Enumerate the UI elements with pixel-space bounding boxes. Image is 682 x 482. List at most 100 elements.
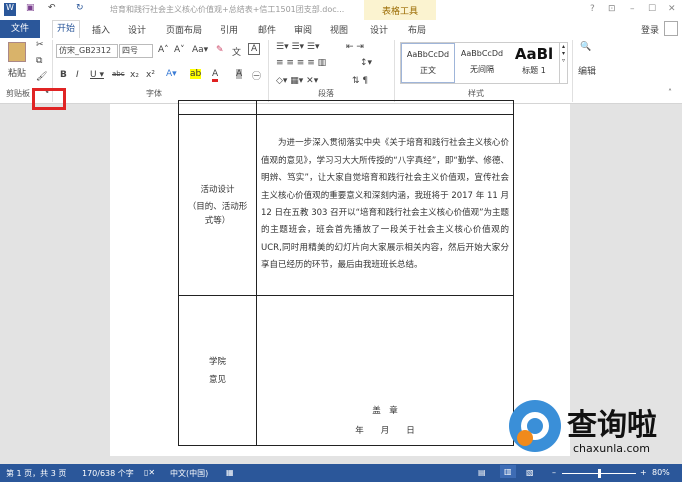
zoom-level[interactable]: 80% bbox=[652, 468, 670, 477]
style-preview: AaBl bbox=[514, 45, 554, 63]
style-name: 正文 bbox=[420, 66, 436, 75]
bold-icon[interactable]: B bbox=[60, 70, 67, 80]
macro-icon[interactable]: ▦ bbox=[226, 468, 234, 477]
styles-scroll[interactable]: ▴ ▾ ▿ bbox=[559, 43, 567, 83]
document-title: 培育和践行社会主义核心价值观+总结表+信工1501团支部.doc... bbox=[110, 5, 345, 14]
style-name: 无间隔 bbox=[470, 65, 494, 74]
row-label: 活动设计 （目的、活动形式等） bbox=[178, 114, 257, 296]
change-case-icon[interactable]: Aa▾ bbox=[192, 45, 208, 55]
char-shading-icon[interactable]: A bbox=[236, 69, 243, 79]
line-spacing-icon[interactable]: ↕▾ bbox=[360, 58, 372, 68]
tab-mailings[interactable]: 邮件 bbox=[258, 23, 276, 36]
save-icon[interactable]: ▣ bbox=[26, 3, 35, 13]
opinion-cell[interactable]: 盖 章年 月 日 bbox=[256, 295, 514, 446]
text-effects-icon[interactable]: A▾ bbox=[166, 69, 177, 79]
proofing-icon[interactable]: ▯✕ bbox=[144, 468, 155, 477]
login-link[interactable]: 登录 bbox=[641, 23, 659, 36]
font-size-select[interactable]: 四号 bbox=[119, 44, 153, 58]
seal-text: 盖 章 bbox=[372, 406, 398, 416]
italic-icon[interactable]: I bbox=[76, 70, 79, 80]
table-row: 学院 意见 盖 章年 月 日 bbox=[178, 295, 514, 446]
style-normal[interactable]: AaBbCcDd 正文 bbox=[401, 43, 455, 83]
table-tools-label: 表格工具 bbox=[382, 7, 419, 17]
tab-review[interactable]: 审阅 bbox=[294, 23, 312, 36]
find-icon[interactable]: 🔍 bbox=[580, 42, 591, 52]
tab-table-design[interactable]: 设计 bbox=[370, 23, 388, 36]
paste-icon[interactable] bbox=[8, 42, 26, 62]
zoom-slider[interactable] bbox=[562, 469, 636, 478]
title-bar: W ▣ ↶ ↻ 培育和践行社会主义核心价值观+总结表+信工1501团支部.doc… bbox=[0, 0, 682, 38]
highlight-box bbox=[32, 88, 66, 110]
indent-icon[interactable]: ⇤ ⇥ bbox=[346, 42, 364, 52]
print-layout-icon[interactable]: ▥ bbox=[500, 465, 516, 478]
tab-references[interactable]: 引用 bbox=[220, 23, 238, 36]
tab-design[interactable]: 设计 bbox=[128, 23, 146, 36]
enclose-char-icon[interactable]: ㊀ bbox=[252, 69, 261, 82]
watermark: 查询啦 chaxunla.com bbox=[505, 398, 675, 460]
tab-home[interactable]: 开始 bbox=[52, 20, 81, 38]
grow-font-icon[interactable]: A˄ bbox=[158, 45, 169, 55]
char-border-icon[interactable]: A bbox=[248, 43, 261, 55]
avatar[interactable] bbox=[664, 21, 678, 36]
tab-view[interactable]: 视图 bbox=[330, 23, 348, 36]
activity-text[interactable]: 为进一步深入贯彻落实中央《关于培育和践行社会主义核心价值观的意见》，学习习大大所… bbox=[256, 114, 514, 296]
group-clipboard: 剪贴板 bbox=[6, 89, 30, 98]
underline-icon[interactable]: U ▾ bbox=[90, 70, 104, 80]
redo-icon[interactable]: ↻ bbox=[76, 3, 84, 13]
strikethrough-icon[interactable]: abc bbox=[112, 70, 125, 78]
tab-table-layout[interactable]: 布局 bbox=[408, 23, 426, 36]
maximize-button[interactable]: ☐ bbox=[648, 4, 656, 14]
subscript-icon[interactable]: x₂ bbox=[130, 70, 139, 80]
document-page[interactable]: 活动设计 （目的、活动形式等） 为进一步深入贯彻落实中央《关于培育和践行社会主义核… bbox=[110, 100, 570, 456]
help-button[interactable]: ? bbox=[590, 4, 595, 14]
shading-icon[interactable]: ◇▾ ▦▾ ✕▾ bbox=[276, 76, 318, 86]
row-label: 学院 意见 bbox=[178, 295, 257, 446]
watermark-brand: 查询啦 bbox=[567, 408, 657, 443]
bullets-icon[interactable]: ☰▾ ☰▾ ☰▾ bbox=[276, 42, 319, 52]
zoom-in-button[interactable]: + bbox=[640, 468, 647, 477]
web-layout-icon[interactable]: ▧ bbox=[526, 468, 534, 477]
label-purpose: （目的、活动形式等） bbox=[187, 201, 248, 226]
watermark-url: chaxunla.com bbox=[573, 442, 650, 455]
tab-insert[interactable]: 插入 bbox=[92, 23, 110, 36]
sort-icon[interactable]: ⇅ ¶ bbox=[352, 76, 368, 86]
copy-icon[interactable]: ⧉ bbox=[36, 56, 42, 66]
font-color-icon[interactable]: A bbox=[212, 69, 219, 82]
shrink-font-icon[interactable]: A˅ bbox=[174, 45, 185, 55]
document-table: 活动设计 （目的、活动形式等） 为进一步深入贯彻落实中央《关于培育和践行社会主义核… bbox=[178, 100, 514, 446]
tab-page-layout[interactable]: 页面布局 bbox=[166, 23, 202, 36]
language[interactable]: 中文(中国) bbox=[170, 468, 208, 479]
collapse-ribbon-icon[interactable]: ˄ bbox=[668, 88, 672, 97]
highlight-icon[interactable]: ab bbox=[190, 69, 202, 79]
style-no-spacing[interactable]: AaBbCcDd 无间隔 bbox=[457, 49, 507, 75]
align-icons[interactable]: ≡ ≡ ≡ ≡ ▥ bbox=[276, 58, 326, 68]
zoom-out-button[interactable]: – bbox=[552, 468, 556, 477]
paste-button[interactable]: 粘贴 bbox=[8, 66, 26, 79]
editing-button[interactable]: 编辑 bbox=[578, 64, 596, 77]
table-row: 活动设计 （目的、活动形式等） 为进一步深入贯彻落实中央《关于培育和践行社会主义核… bbox=[178, 114, 514, 296]
label-opinion: 意见 bbox=[208, 374, 226, 385]
undo-icon[interactable]: ↶ bbox=[48, 3, 56, 13]
ribbon-tabs: 文件 开始 插入 设计 页面布局 引用 邮件 审阅 视图 设计 布局 登录 bbox=[0, 20, 682, 38]
clear-format-icon[interactable]: ✎ bbox=[216, 45, 224, 55]
format-painter-icon[interactable]: 🖌 bbox=[36, 72, 47, 82]
tab-file[interactable]: 文件 bbox=[0, 20, 40, 38]
superscript-icon[interactable]: x² bbox=[146, 70, 155, 80]
watermark-logo-icon bbox=[509, 400, 561, 452]
cut-icon[interactable]: ✂ bbox=[36, 40, 44, 50]
style-name: 标题 1 bbox=[522, 66, 546, 75]
label-activity-design: 活动设计 bbox=[200, 185, 235, 196]
group-paragraph: 段落 bbox=[318, 89, 334, 98]
minimize-button[interactable]: – bbox=[630, 4, 635, 14]
page-count[interactable]: 第 1 页，共 3 页 bbox=[6, 468, 66, 479]
read-mode-icon[interactable]: ▤ bbox=[478, 468, 486, 477]
style-preview: AaBbCcDd bbox=[460, 49, 504, 58]
close-button[interactable]: ✕ bbox=[668, 4, 676, 14]
phonetic-icon[interactable]: 文 bbox=[232, 45, 241, 58]
status-bar: 第 1 页，共 3 页 170/638 个字 ▯✕ 中文(中国) ▦ ▤ ▥ ▧… bbox=[0, 464, 682, 482]
font-name-select[interactable]: 仿宋_GB2312 bbox=[56, 44, 118, 58]
ribbon-display-button[interactable]: ⊡ bbox=[608, 4, 616, 14]
word-icon: W bbox=[4, 3, 16, 16]
style-heading-1[interactable]: AaBl 标题 1 bbox=[509, 45, 559, 76]
word-count[interactable]: 170/638 个字 bbox=[82, 468, 134, 479]
